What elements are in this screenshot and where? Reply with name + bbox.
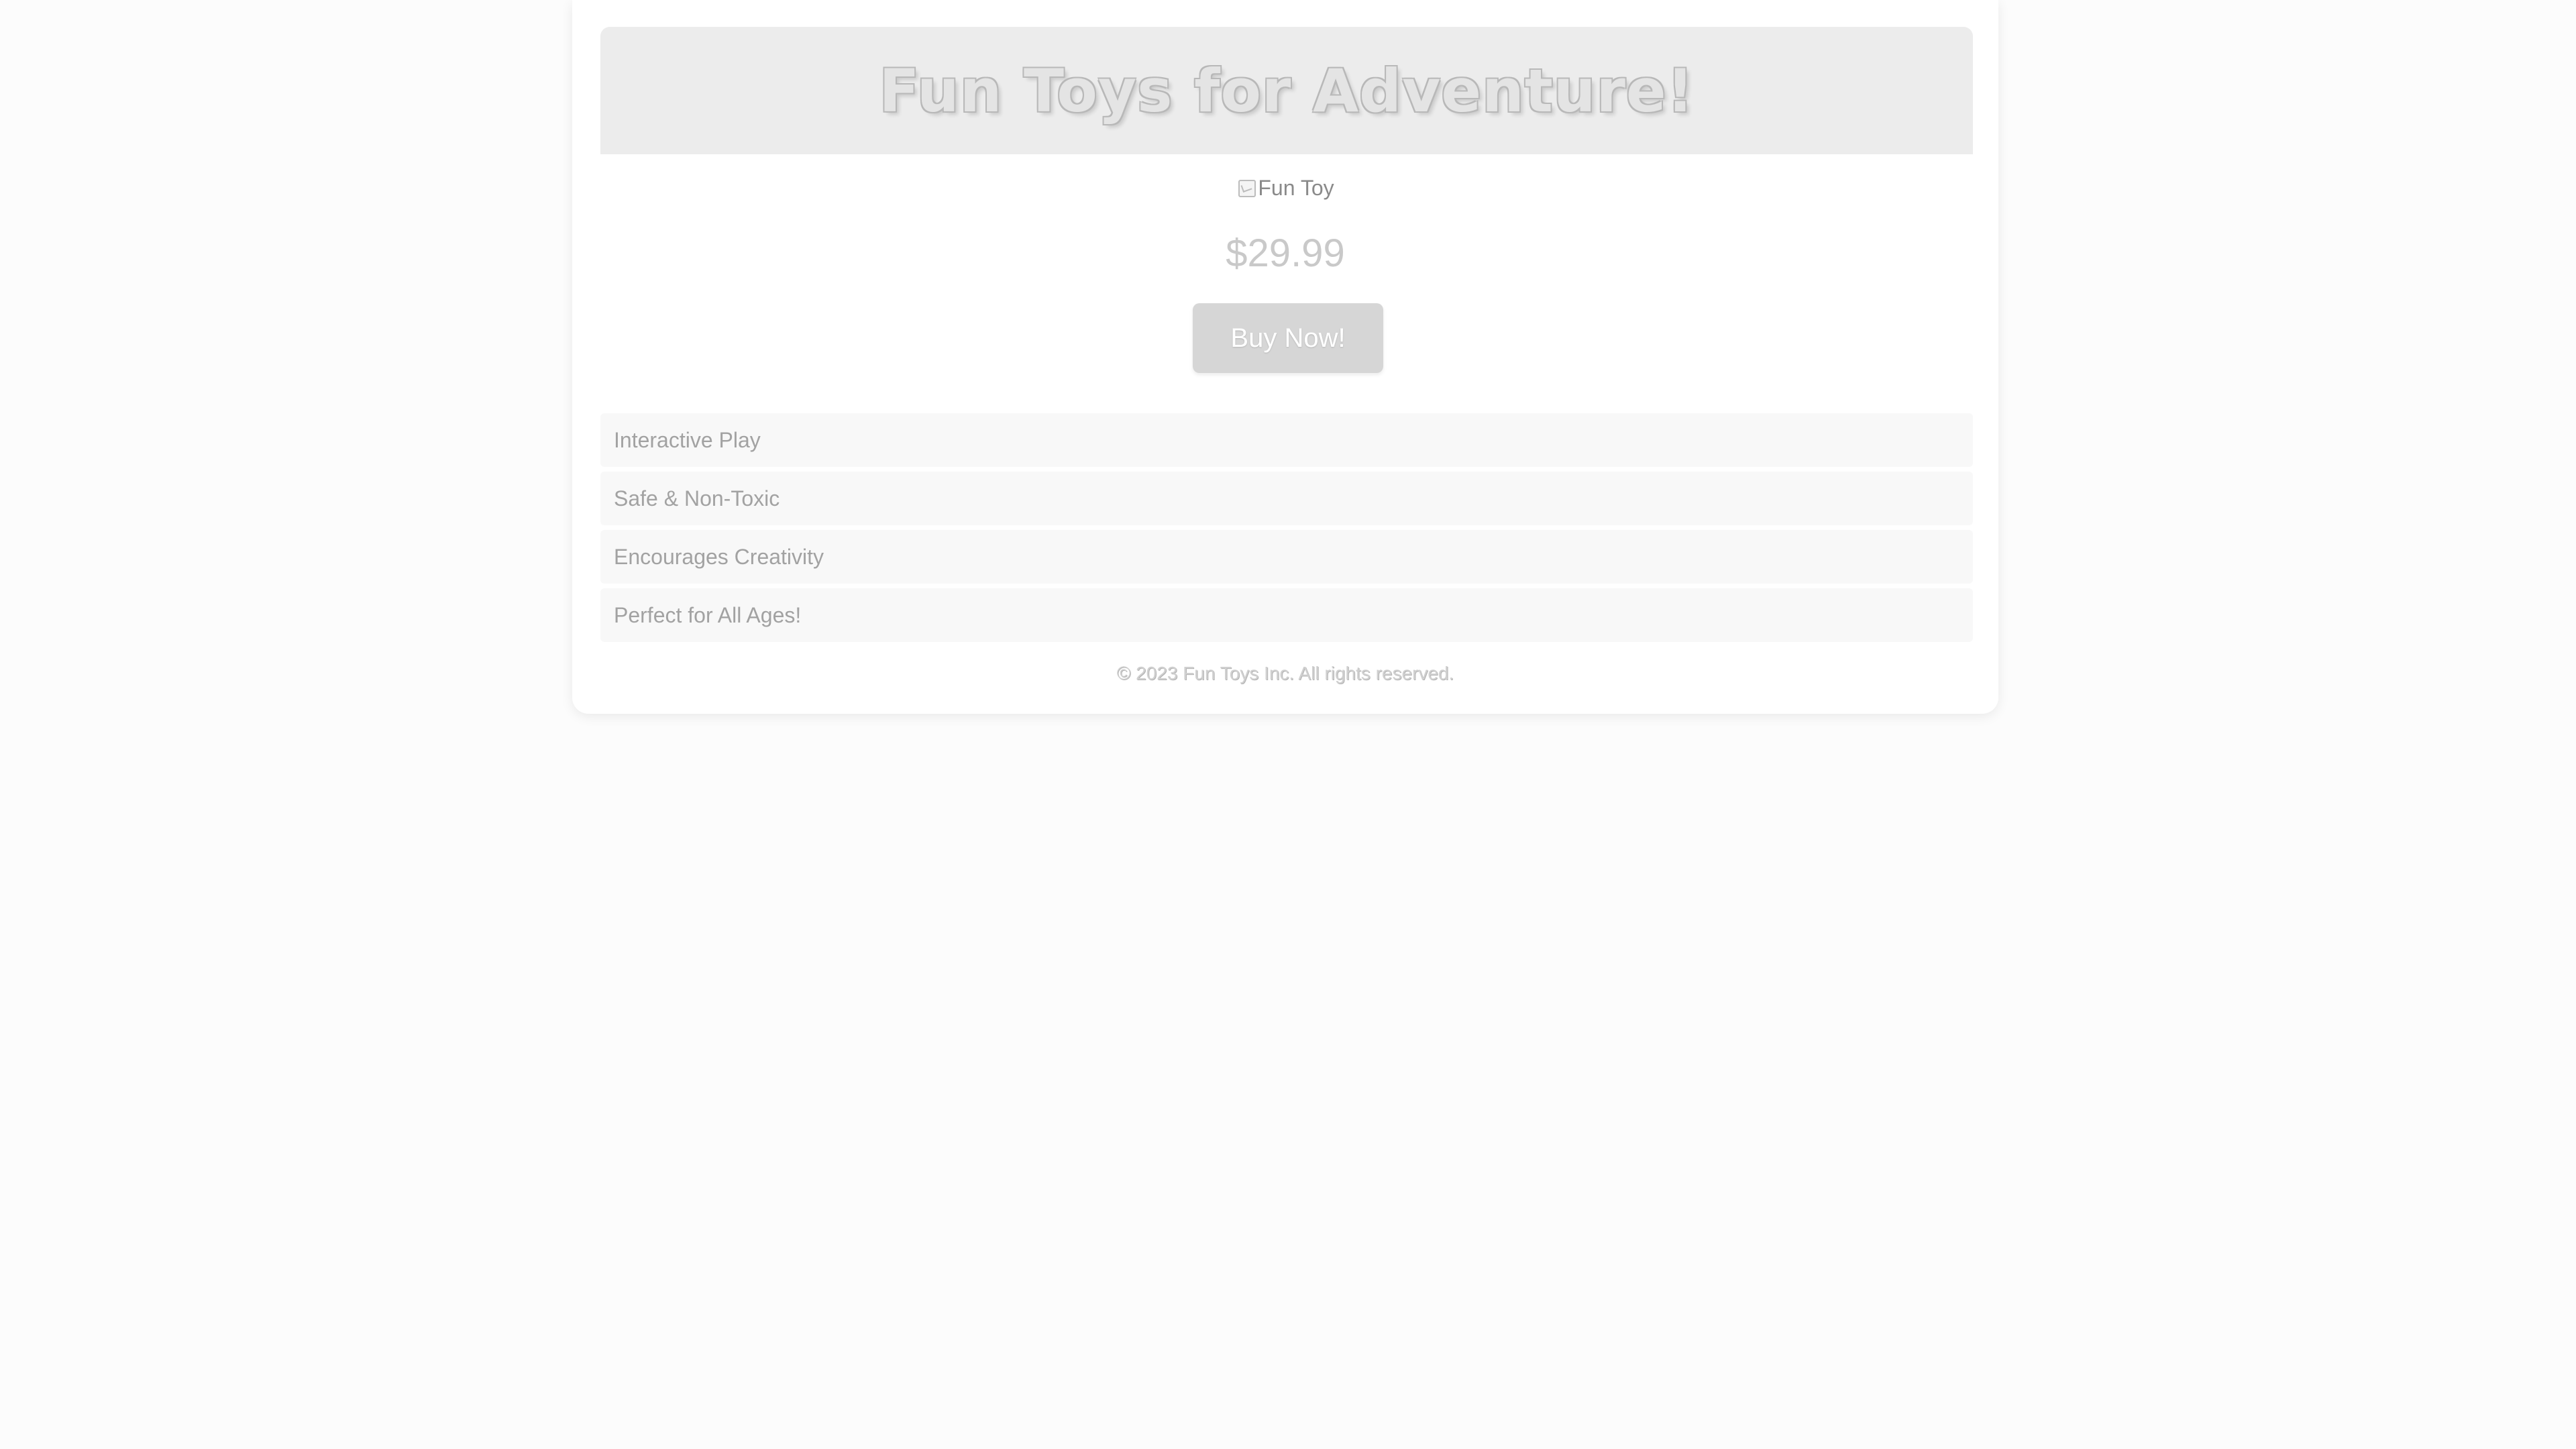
feature-item: Safe & Non-Toxic bbox=[600, 472, 1973, 525]
product-price: $29.99 bbox=[1226, 231, 1345, 275]
buy-now-button[interactable]: Buy Now! bbox=[1193, 303, 1383, 373]
product-card: Fun Toys for Adventure! Fun Toy $29.99 B… bbox=[572, 0, 1998, 714]
footer-copyright: © 2023 Fun Toys Inc. All rights reserved… bbox=[1116, 663, 1454, 684]
broken-image-icon bbox=[1236, 178, 1256, 198]
feature-item: Interactive Play bbox=[600, 413, 1973, 467]
feature-item: Perfect for All Ages! bbox=[600, 588, 1973, 642]
feature-item: Encourages Creativity bbox=[600, 530, 1973, 584]
product-image: Fun Toy bbox=[572, 176, 1998, 201]
product-image-alt: Fun Toy bbox=[1258, 176, 1334, 200]
page-header: Fun Toys for Adventure! bbox=[600, 27, 1973, 154]
page-title: Fun Toys for Adventure! bbox=[879, 56, 1695, 125]
feature-list: Interactive Play Safe & Non-Toxic Encour… bbox=[600, 413, 1973, 647]
